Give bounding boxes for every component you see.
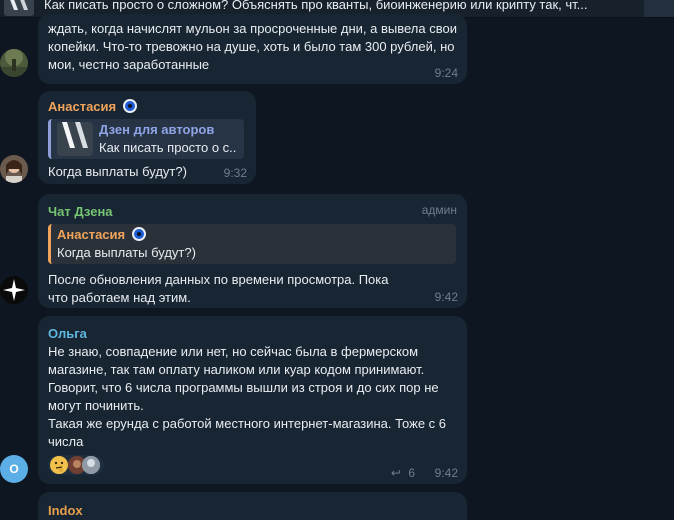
message-time: 9:32 [223, 166, 247, 180]
sender-name: Анастасия [48, 99, 117, 114]
avatar-letter: О [9, 462, 19, 476]
reply-thumbnail [57, 122, 93, 156]
message-bubble[interactable]: Чат Дзена админ Анастасия Когда выплаты … [38, 194, 467, 308]
message-sender[interactable]: Indox [48, 502, 457, 520]
replies-count: 6 [408, 466, 415, 480]
pinned-text: Как писать просто о сложном? Объяснять п… [44, 0, 588, 12]
thinking-face-icon[interactable] [50, 456, 68, 474]
pinned-thumbnail [4, 0, 34, 16]
message-text: Когда выплаты будут?) [48, 164, 187, 179]
message-sender[interactable]: Ольга [48, 325, 457, 343]
avatar[interactable]: О [0, 455, 28, 483]
reply-preview[interactable]: Анастасия Когда выплаты будут?) [48, 224, 456, 264]
message-time: 9:42 [434, 466, 458, 480]
nazar-eye-icon [131, 227, 146, 241]
reply-title: Анастасия [57, 227, 126, 242]
message-bubble[interactable]: Анастасия Дзен для авторов Как писать пр… [38, 91, 256, 184]
reply-text: Как писать просто о с... [99, 140, 236, 155]
reactions[interactable] [48, 455, 104, 475]
message-text: После обновления данных по времени просм… [48, 272, 389, 305]
admin-badge: админ [421, 203, 457, 217]
avatar[interactable] [0, 49, 28, 77]
reply-arrow-icon: ↩ [390, 466, 401, 480]
message-bubble[interactable]: Ольга Не знаю, совпадение или нет, но се… [38, 316, 467, 484]
message-text: ждать, когда начислят мульон за просроче… [48, 21, 457, 72]
avatar[interactable] [0, 276, 28, 304]
reply-text: Когда выплаты будут?) [57, 245, 196, 260]
message-time: 9:42 [434, 290, 458, 304]
avatar[interactable] [0, 155, 28, 183]
message-sender[interactable]: Анастасия [48, 98, 246, 116]
message-time: 9:24 [434, 66, 458, 80]
nazar-eye-icon [122, 99, 137, 113]
message-bubble[interactable]: Indox [38, 492, 467, 520]
message-bubble[interactable]: ждать, когда начислят мульон за просроче… [38, 14, 467, 84]
reply-preview[interactable]: Дзен для авторов Как писать просто о с..… [48, 119, 244, 159]
reactor-avatar[interactable] [82, 456, 100, 474]
replies-counter[interactable]: ↩ 6 [391, 466, 415, 480]
reply-title: Дзен для авторов [99, 122, 215, 137]
message-sender[interactable]: Чат Дзена [48, 203, 457, 221]
pinned-bar-action[interactable] [644, 0, 674, 17]
message-text: Не знаю, совпадение или нет, но сейчас б… [48, 344, 447, 449]
